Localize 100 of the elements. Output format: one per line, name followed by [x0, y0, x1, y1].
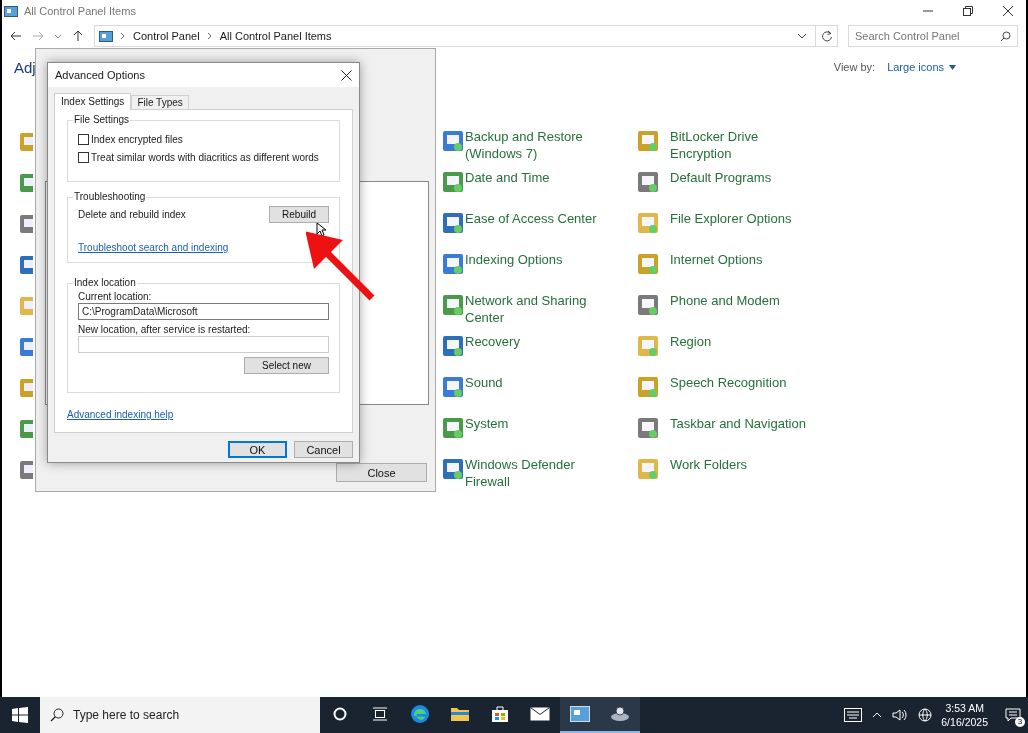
control-panel-item-icon[interactable] — [636, 251, 660, 277]
rebuild-button[interactable]: Rebuild — [269, 206, 329, 223]
control-panel-item-icon[interactable] — [636, 292, 660, 318]
checkbox[interactable] — [78, 133, 89, 145]
field-label: Current location: — [78, 291, 153, 302]
control-panel-item-icon[interactable] — [636, 128, 660, 154]
control-panel-item-icon[interactable] — [441, 456, 465, 482]
keyboard-icon[interactable] — [844, 708, 863, 722]
control-panel-item-link[interactable]: Internet Options — [670, 251, 763, 268]
windows-logo-icon — [12, 707, 28, 723]
clock[interactable]: 3:53 AM 6/16/2025 — [941, 701, 988, 729]
clock-time: 3:53 AM — [945, 701, 984, 715]
control-panel-item-link[interactable]: Network and Sharing Center — [465, 292, 605, 326]
control-panel-item-link[interactable]: Recovery — [465, 333, 520, 350]
control-panel-item-icon[interactable] — [18, 417, 33, 441]
control-panel-item-link[interactable]: BitLocker Drive Encryption — [670, 128, 820, 162]
breadcrumb[interactable]: Control Panel — [133, 30, 200, 42]
tab[interactable]: Index Settings — [54, 93, 132, 110]
field-label: New location, after service is restarted: — [78, 324, 252, 335]
control-panel-item-link[interactable]: Ease of Access Center — [465, 210, 597, 227]
speaker-icon[interactable] — [892, 708, 909, 722]
shopping-bag-icon — [491, 705, 509, 723]
control-panel-item-link[interactable]: File Explorer Options — [670, 210, 792, 227]
group-legend: File Settings — [73, 114, 131, 125]
control-panel-item-icon[interactable] — [441, 169, 465, 195]
control-panel-item-link[interactable]: Taskbar and Navigation — [670, 415, 806, 432]
control-panel-item-link[interactable]: System — [465, 415, 509, 432]
new-location-field[interactable] — [78, 336, 329, 353]
close-button[interactable]: Close — [336, 463, 427, 482]
control-panel-item-link[interactable]: Indexing Options — [465, 251, 563, 268]
dialog-button[interactable]: Cancel — [294, 441, 353, 458]
view-by-dropdown[interactable]: Large icons — [887, 61, 956, 73]
breadcrumb[interactable]: All Control Panel Items — [219, 30, 332, 42]
help-link[interactable]: Advanced indexing help — [67, 409, 340, 420]
refresh-icon — [820, 30, 833, 42]
speech-bubble-icon — [1005, 707, 1021, 723]
select-new-button[interactable]: Select new — [244, 357, 329, 374]
control-panel-item-link[interactable]: Date and Time — [465, 169, 550, 186]
task-view-icon — [372, 707, 388, 721]
chevron-right-icon — [120, 32, 126, 40]
taskbar-app[interactable] — [560, 697, 600, 733]
control-panel-item-icon[interactable] — [441, 292, 465, 318]
control-panel-item-icon[interactable] — [441, 333, 465, 359]
clock-date: 6/16/2025 — [941, 715, 988, 729]
dropdown-arrow-icon — [949, 64, 956, 70]
tab[interactable]: File Types — [131, 95, 189, 109]
chevron-up-icon[interactable] — [872, 711, 883, 719]
control-panel-item-icon[interactable] — [441, 210, 465, 236]
taskbar-app[interactable] — [600, 697, 640, 733]
control-panel-item-link[interactable]: Backup and Restore (Windows 7) — [465, 128, 605, 162]
taskbar-search-field[interactable]: Type here to search — [40, 697, 320, 733]
up-arrow-icon[interactable] — [72, 30, 84, 42]
control-panel-item-link[interactable]: Region — [670, 333, 712, 350]
control-panel-item-link[interactable]: Default Programs — [670, 169, 772, 186]
window-title: All Control Panel Items — [24, 5, 136, 17]
control-panel-item-icon[interactable] — [441, 415, 465, 441]
dialog-button[interactable]: OK — [228, 441, 287, 458]
notification-button[interactable]: 3 — [998, 697, 1028, 733]
search-icon — [50, 708, 64, 722]
page-heading: Adj — [14, 58, 36, 76]
troubleshoot-link[interactable]: Troubleshoot search and indexing — [78, 242, 229, 253]
close-icon[interactable] — [341, 69, 352, 81]
search-icon — [1000, 31, 1011, 42]
back-arrow-icon[interactable] — [10, 30, 22, 42]
control-panel-item-icon[interactable] — [636, 415, 660, 441]
control-panel-item-icon[interactable] — [18, 335, 33, 359]
control-panel-item-icon[interactable] — [441, 251, 465, 277]
forward-arrow-icon[interactable] — [32, 30, 44, 42]
control-panel-item-link[interactable]: Speech Recognition — [670, 374, 787, 391]
control-panel-item-icon[interactable] — [18, 130, 33, 154]
refresh-button[interactable] — [816, 25, 838, 47]
chevron-right-icon — [206, 32, 213, 40]
current-location-field[interactable]: C:\ProgramData\Microsoft — [78, 303, 329, 320]
control-panel-item-icon[interactable] — [636, 169, 660, 195]
control-panel-item-link[interactable]: Windows Defender Firewall — [465, 456, 605, 490]
address-bar[interactable]: Control Panel All Control Panel Items — [94, 25, 816, 47]
checkbox-label: Index encrypted files — [91, 133, 183, 145]
control-panel-item-icon[interactable] — [441, 374, 465, 400]
control-panel-item-icon[interactable] — [636, 374, 660, 400]
control-panel-item-icon[interactable] — [18, 376, 33, 400]
control-panel-item-icon[interactable] — [441, 128, 465, 154]
folder-icon — [450, 706, 470, 722]
control-panel-item-link[interactable]: Sound — [465, 374, 503, 391]
mouse-cursor-icon — [316, 222, 326, 237]
control-panel-item-icon[interactable] — [18, 212, 33, 236]
control-panel-item-icon[interactable] — [18, 171, 33, 195]
control-panel-icon — [570, 706, 590, 722]
checkbox[interactable] — [78, 151, 89, 163]
globe-icon[interactable] — [918, 708, 933, 722]
view-by-label: View by: — [833, 61, 876, 73]
restore-icon[interactable] — [962, 5, 974, 17]
notification-count: 3 — [1015, 717, 1025, 727]
control-panel-item-link[interactable]: Phone and Modem — [670, 292, 780, 309]
control-panel-item-icon[interactable] — [18, 253, 33, 277]
rebuild-label: Delete and rebuild index — [78, 209, 186, 220]
search-field[interactable]: Search Control Panel — [848, 25, 1018, 47]
chevron-down-icon[interactable] — [797, 32, 807, 40]
close-icon[interactable] — [1002, 5, 1014, 17]
control-panel-item-icon[interactable] — [18, 458, 33, 482]
control-panel-item-link[interactable]: Work Folders — [670, 456, 748, 473]
